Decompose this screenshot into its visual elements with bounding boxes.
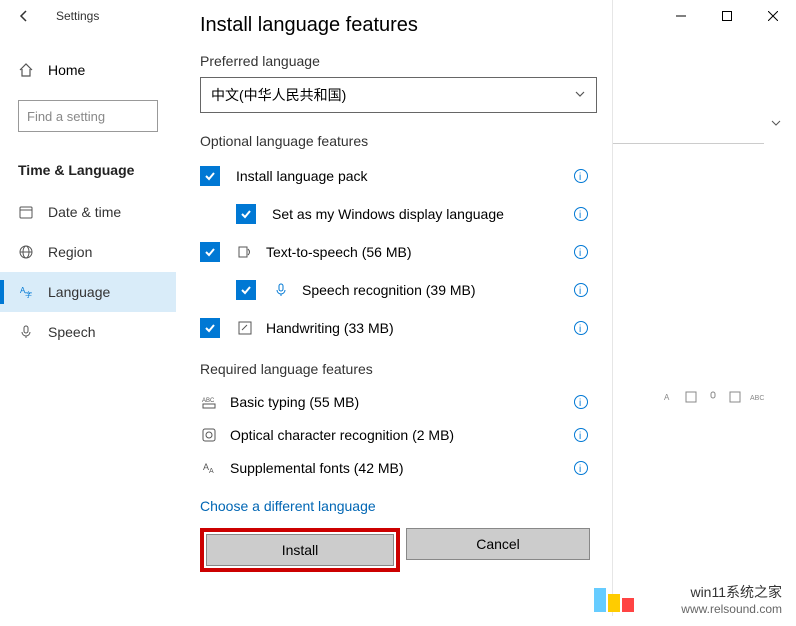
required-label: Supplemental fonts (42 MB) — [230, 460, 404, 476]
sidebar-item-label: Language — [48, 284, 110, 300]
svg-text:ABC: ABC — [202, 398, 215, 404]
install-language-modal: Install language features Preferred lang… — [176, 0, 613, 616]
svg-text:A: A — [209, 468, 214, 475]
language-icon: A字 — [18, 284, 34, 300]
handwriting-icon — [236, 319, 254, 337]
maximize-button[interactable] — [704, 0, 750, 32]
feature-label: Speech recognition (39 MB) — [302, 282, 476, 298]
sidebar: Home Find a setting Time & Language Date… — [0, 32, 176, 626]
sidebar-item-label: Date & time — [48, 204, 121, 220]
modal-title: Install language features — [200, 14, 590, 37]
tts-feature-icon — [684, 390, 698, 407]
feature-label: Handwriting (33 MB) — [266, 320, 394, 336]
sidebar-item-label: Region — [48, 244, 92, 260]
svg-text:i: i — [579, 324, 581, 335]
watermark-brand: win11系统之家 — [681, 582, 782, 602]
feature-speech-recognition: Speech recognition (39 MB) i — [200, 271, 590, 309]
feature-label: Set as my Windows display language — [272, 206, 504, 222]
fonts-icon: AA — [200, 459, 218, 477]
preferred-language-label: Preferred language — [200, 53, 590, 69]
minimize-button[interactable] — [658, 0, 704, 32]
feature-display-language: Set as my Windows display language i — [200, 195, 590, 233]
checkbox-display-language[interactable] — [236, 204, 256, 224]
sidebar-section-header: Time & Language — [0, 152, 176, 192]
info-icon[interactable]: i — [572, 319, 590, 337]
sidebar-item-speech[interactable]: Speech — [0, 312, 176, 352]
checkbox-speech-recognition[interactable] — [236, 280, 256, 300]
svg-text:i: i — [579, 464, 581, 475]
sidebar-item-language[interactable]: A字 Language — [0, 272, 176, 312]
cancel-button[interactable]: Cancel — [406, 528, 590, 560]
feature-label: Text-to-speech (56 MB) — [266, 244, 412, 260]
search-input[interactable]: Find a setting — [18, 100, 158, 132]
microphone-icon — [272, 281, 290, 299]
sidebar-item-date-time[interactable]: Date & time — [0, 192, 176, 232]
svg-text:ABC: ABC — [750, 395, 764, 402]
preferred-language-dropdown[interactable]: 中文(中华人民共和国) — [200, 77, 597, 113]
checkbox-text-to-speech[interactable] — [200, 242, 220, 262]
feature-handwriting: Handwriting (33 MB) i — [200, 309, 590, 347]
svg-text:i: i — [579, 248, 581, 259]
svg-text:i: i — [579, 286, 581, 297]
sidebar-home[interactable]: Home — [0, 52, 176, 88]
calendar-icon — [18, 204, 34, 220]
language-feature-icon: A — [662, 390, 676, 407]
svg-text:i: i — [579, 398, 581, 409]
svg-text:i: i — [579, 210, 581, 221]
home-icon — [18, 62, 34, 78]
info-icon[interactable]: i — [572, 281, 590, 299]
checkbox-handwriting[interactable] — [200, 318, 220, 338]
abc-icon: ABC — [750, 390, 764, 407]
close-button[interactable] — [750, 0, 796, 32]
info-icon[interactable]: i — [572, 205, 590, 223]
info-icon[interactable]: i — [572, 426, 590, 444]
required-label: Optical character recognition (2 MB) — [230, 427, 454, 443]
feature-text-to-speech: Text-to-speech (56 MB) i — [200, 233, 590, 271]
install-button-highlight: Install — [200, 528, 400, 572]
optional-features-label: Optional language features — [200, 133, 590, 149]
required-basic-typing: ABC Basic typing (55 MB) i — [200, 385, 590, 418]
globe-icon — [18, 244, 34, 260]
info-icon[interactable]: i — [572, 243, 590, 261]
tts-icon — [236, 243, 254, 261]
info-icon[interactable]: i — [572, 167, 590, 185]
ocr-icon — [200, 426, 218, 444]
svg-text:i: i — [579, 431, 581, 442]
feature-label: Install language pack — [236, 168, 368, 184]
sidebar-item-region[interactable]: Region — [0, 232, 176, 272]
feature-install-language-pack: Install language pack i — [200, 157, 590, 195]
required-features-label: Required language features — [200, 361, 590, 377]
back-button[interactable] — [12, 4, 36, 28]
svg-text:字: 字 — [25, 290, 32, 299]
info-icon[interactable]: i — [572, 459, 590, 477]
sidebar-item-label: Speech — [48, 324, 95, 340]
chevron-down-icon — [574, 87, 586, 103]
handwriting-icon — [728, 390, 742, 407]
microphone-icon — [18, 324, 34, 340]
svg-text:i: i — [579, 172, 581, 183]
watermark: win11系统之家 www.relsound.com — [681, 582, 782, 616]
search-placeholder: Find a setting — [27, 109, 105, 124]
choose-different-language-link[interactable]: Choose a different language — [200, 498, 590, 514]
typing-icon: ABC — [200, 393, 218, 411]
sidebar-home-label: Home — [48, 62, 85, 78]
chevron-down-icon — [770, 116, 782, 132]
watermark-logo — [594, 588, 634, 612]
app-title: Settings — [56, 9, 99, 23]
watermark-url: www.relsound.com — [681, 602, 782, 616]
required-ocr: Optical character recognition (2 MB) i — [200, 418, 590, 451]
selected-language-value: 中文(中华人民共和国) — [211, 85, 346, 105]
microphone-icon — [706, 390, 720, 407]
svg-text:A: A — [664, 393, 670, 402]
checkbox-install-language-pack[interactable] — [200, 166, 220, 186]
install-button[interactable]: Install — [206, 534, 394, 566]
required-label: Basic typing (55 MB) — [230, 394, 359, 410]
required-fonts: AA Supplemental fonts (42 MB) i — [200, 451, 590, 484]
info-icon[interactable]: i — [572, 393, 590, 411]
